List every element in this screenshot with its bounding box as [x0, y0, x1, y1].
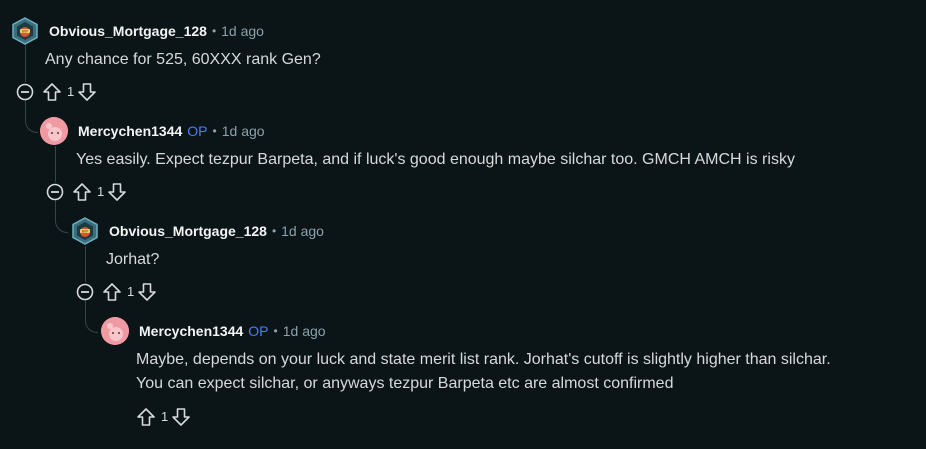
thread-line	[25, 44, 26, 82]
upvote-icon[interactable]	[136, 407, 156, 427]
comment-header: B0P Obvious_Mortgage_128 • 1d ago	[11, 17, 264, 45]
svg-text:B0P: B0P	[22, 29, 29, 33]
user-avatar[interactable]: B0P	[11, 17, 39, 45]
downvote-icon[interactable]	[171, 407, 191, 427]
comment-thread: B0P Obvious_Mortgage_128 • 1d ago Any ch…	[0, 0, 926, 449]
upvote-icon[interactable]	[42, 82, 62, 102]
username[interactable]: Obvious_Mortgage_128	[109, 223, 267, 239]
username[interactable]: Mercychen1344	[139, 323, 243, 339]
op-badge: OP	[248, 323, 269, 339]
timestamp[interactable]: 1d ago	[281, 223, 324, 239]
separator: •	[212, 124, 217, 138]
comment-header: Mercychen1344 OP • 1d ago	[101, 317, 326, 345]
user-avatar[interactable]	[40, 117, 68, 145]
comment-actions: 1	[16, 80, 97, 104]
upvote-icon[interactable]	[102, 282, 122, 302]
collapse-icon[interactable]	[76, 283, 94, 301]
comment-header: Mercychen1344 OP • 1d ago	[40, 117, 265, 145]
separator: •	[273, 324, 278, 338]
comment-header: B0P Obvious_Mortgage_128 • 1d ago	[71, 217, 324, 245]
comment-text-line: You can expect silchar, or anyways tezpu…	[136, 375, 674, 392]
comment-actions: 1	[46, 180, 127, 204]
thread-line	[85, 246, 86, 282]
comment-text-line: Any chance for 525, 60XXX rank Gen?	[45, 51, 321, 68]
username[interactable]: Obvious_Mortgage_128	[49, 23, 207, 39]
thread-line	[55, 146, 56, 182]
vote-score: 1	[161, 409, 169, 424]
comment-text-line: Jorhat?	[106, 251, 160, 268]
downvote-icon[interactable]	[77, 82, 97, 102]
comment-actions: 1	[76, 280, 157, 304]
comment-body: Yes easily. Expect tezpur Barpeta, and i…	[76, 148, 795, 172]
separator: •	[271, 224, 277, 238]
timestamp[interactable]: 1d ago	[221, 23, 264, 39]
comment-body: Jorhat?	[106, 248, 159, 272]
separator: •	[211, 24, 217, 38]
downvote-icon[interactable]	[107, 182, 127, 202]
svg-text:B0P: B0P	[82, 229, 89, 233]
thread-connector	[55, 218, 68, 233]
comment-text-line: Maybe, depends on your luck and state me…	[136, 351, 831, 368]
downvote-icon[interactable]	[137, 282, 157, 302]
op-badge: OP	[187, 123, 208, 139]
comment-body: Maybe, depends on your luck and state me…	[136, 348, 831, 396]
user-avatar[interactable]	[101, 317, 129, 345]
timestamp[interactable]: 1d ago	[222, 123, 265, 139]
vote-score: 1	[97, 184, 105, 199]
comment-text-line: Yes easily. Expect tezpur Barpeta, and i…	[76, 151, 795, 168]
thread-connector	[85, 318, 98, 333]
username[interactable]: Mercychen1344	[78, 123, 182, 139]
user-avatar[interactable]: B0P	[71, 217, 99, 245]
upvote-icon[interactable]	[72, 182, 92, 202]
collapse-icon[interactable]	[46, 183, 64, 201]
comment-body: Any chance for 525, 60XXX rank Gen?	[45, 48, 321, 72]
collapse-icon[interactable]	[16, 83, 34, 101]
comment-actions: 1	[136, 405, 191, 429]
timestamp[interactable]: 1d ago	[283, 323, 326, 339]
thread-connector	[25, 118, 38, 133]
vote-score: 1	[67, 84, 75, 99]
vote-score: 1	[127, 284, 135, 299]
